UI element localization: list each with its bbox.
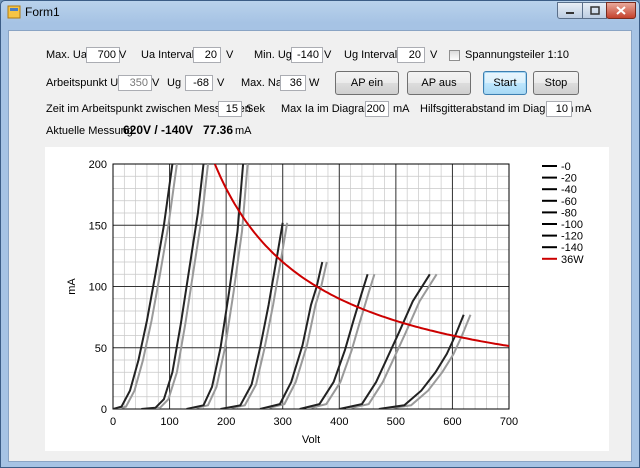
x-tick-label: 200 — [217, 416, 235, 428]
y-tick-label: 100 — [89, 282, 107, 294]
maximize-button[interactable] — [582, 2, 607, 19]
hilfsgitter-unit: mA — [575, 103, 592, 115]
spannungsteiler-checkbox[interactable] — [449, 50, 460, 61]
max-ua-label: Max. Ua — [46, 49, 87, 61]
legend-label: -140 — [561, 242, 583, 254]
maximize-icon — [589, 6, 600, 15]
min-ug-unit: V — [324, 49, 332, 61]
y-tick-label: 50 — [95, 343, 107, 355]
x-tick-label: 500 — [387, 416, 405, 428]
arbeitspunkt-ua-label: Arbeitspunkt Ua — [46, 77, 125, 89]
zeit-unit: Sek — [246, 103, 265, 115]
window-title: Form1 — [25, 5, 60, 19]
hilfsgitter-input[interactable]: 10 — [546, 101, 572, 117]
x-tick-label: 700 — [500, 416, 518, 428]
legend-label: -120 — [561, 231, 583, 243]
ug-label: Ug — [167, 77, 182, 89]
stop-button[interactable]: Stop — [533, 71, 579, 95]
zeit-input[interactable]: 15 — [218, 101, 242, 117]
legend-label: -0 — [561, 161, 571, 173]
title-bar: Form1 — [1, 1, 639, 23]
max-ia-input[interactable]: 200 — [365, 101, 389, 117]
legend-label: -20 — [561, 173, 577, 185]
app-icon — [7, 5, 21, 19]
ug-intervall-input[interactable]: 20 — [397, 47, 425, 63]
minimize-button[interactable] — [557, 2, 583, 19]
ap-aus-button[interactable]: AP aus — [407, 71, 471, 95]
aktuelle-current-unit: mA — [235, 125, 252, 137]
x-tick-label: 300 — [274, 416, 292, 428]
aktuelle-current-value: 77.36 — [203, 123, 234, 137]
arbeitspunkt-ua-input[interactable]: 350 — [118, 75, 152, 91]
x-tick-label: 0 — [110, 416, 116, 428]
ap-ein-button[interactable]: AP ein — [335, 71, 399, 95]
min-ug-label: Min. Ug — [254, 49, 292, 61]
ug-input[interactable]: -68 — [185, 75, 213, 91]
spannungsteiler-label: Spannungsteiler 1:10 — [465, 49, 569, 61]
minimize-icon — [566, 11, 574, 14]
legend-label: -60 — [561, 196, 577, 208]
min-ug-input[interactable]: -140 — [291, 47, 323, 63]
ua-intervall-label: Ua Intervall — [141, 49, 197, 61]
start-button[interactable]: Start — [483, 71, 527, 95]
y-tick-label: 200 — [89, 159, 107, 171]
max-ua-unit: V — [119, 49, 127, 61]
max-na-unit: W — [309, 77, 320, 89]
aktuelle-messung-label: Aktuelle Messung — [46, 125, 133, 137]
legend-label: -40 — [561, 184, 577, 196]
tube-characteristic-chart: 0 100 200 300 400 500 600 700 0 50 100 150 200 Volt mA… — [45, 147, 609, 451]
y-tick-label: 150 — [89, 220, 107, 232]
x-tick-label: 400 — [330, 416, 348, 428]
y-axis-label: mA — [66, 278, 78, 295]
ug-intervall-label: Ug Intervall — [344, 49, 400, 61]
aktuelle-voltage-value: 620V / -140V — [123, 123, 194, 137]
max-na-label: Max. Na — [241, 77, 282, 89]
ug-unit: V — [217, 77, 225, 89]
legend-label: 36W — [561, 254, 584, 266]
series-line--100 — [299, 274, 369, 409]
legend-label: -80 — [561, 207, 577, 219]
legend-label: -100 — [561, 219, 583, 231]
max-ia-unit: mA — [393, 103, 410, 115]
close-icon — [616, 6, 626, 15]
max-na-input[interactable]: 36 — [280, 75, 306, 91]
app-window: Form1 Max. Ua 700 V Ua Intervall 20 V Mi… — [0, 0, 640, 468]
ua-intervall-unit: V — [226, 49, 234, 61]
arbeitspunkt-ua-unit: V — [152, 77, 160, 89]
y-tick-label: 0 — [101, 404, 107, 416]
max-ua-input[interactable]: 700 — [86, 47, 120, 63]
x-axis-label: Volt — [302, 434, 320, 446]
close-button[interactable] — [606, 2, 636, 19]
ua-intervall-input[interactable]: 20 — [193, 47, 221, 63]
x-tick-label: 600 — [443, 416, 461, 428]
chart-svg: 0 100 200 300 400 500 600 700 0 50 100 150 200 Volt mA… — [66, 159, 584, 446]
x-tick-label: 100 — [160, 416, 178, 428]
ug-intervall-unit: V — [430, 49, 438, 61]
